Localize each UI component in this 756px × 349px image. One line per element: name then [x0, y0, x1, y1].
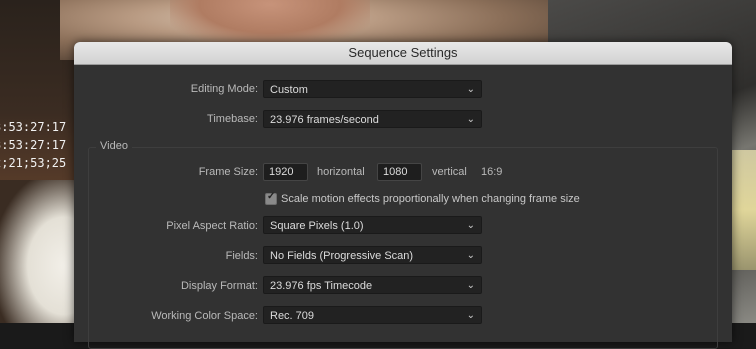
- chevron-down-icon: ⌄: [466, 310, 475, 321]
- editing-mode-select[interactable]: Custom ⌄: [263, 80, 482, 98]
- frame-aspect-ratio: 16:9: [481, 166, 503, 178]
- chevron-down-icon: ⌄: [466, 280, 475, 291]
- background-shoulder: [0, 180, 80, 323]
- dialog-title: Sequence Settings: [348, 45, 458, 60]
- editing-mode-value: Custom: [270, 84, 308, 96]
- chevron-down-icon: ⌄: [466, 250, 475, 261]
- timebase-value: 23.976 frames/second: [270, 114, 379, 126]
- frame-height-unit: vertical: [432, 166, 467, 178]
- chevron-down-icon: ⌄: [466, 84, 475, 95]
- timebase-label: Timebase:: [207, 113, 258, 125]
- working-color-space-value: Rec. 709: [270, 310, 315, 322]
- pixel-aspect-ratio-select[interactable]: Square Pixels (1.0) ⌄: [263, 216, 482, 234]
- chevron-down-icon: ⌄: [466, 220, 475, 231]
- timebase-select[interactable]: 23.976 frames/second ⌄: [263, 110, 482, 128]
- frame-size-label: Frame Size:: [198, 166, 258, 178]
- sequence-settings-dialog: Sequence Settings Editing Mode: Custom ⌄…: [74, 42, 732, 349]
- timecode-overlay: 3:53:27:17 3:53:27:17 2;21;53;25: [0, 118, 66, 172]
- background-right-sign: [730, 150, 756, 270]
- frame-height-input[interactable]: 1080: [377, 163, 422, 181]
- chevron-down-icon: ⌄: [466, 114, 475, 125]
- background-face-skin: [170, 0, 370, 45]
- timecode-line-2: 3:53:27:17: [0, 138, 67, 152]
- working-color-space-label: Working Color Space:: [151, 310, 258, 322]
- scale-motion-label[interactable]: Scale motion effects proportionally when…: [281, 193, 580, 205]
- editing-mode-label: Editing Mode:: [190, 83, 258, 95]
- display-format-label: Display Format:: [180, 280, 258, 292]
- dialog-titlebar[interactable]: Sequence Settings: [74, 42, 732, 65]
- timecode-line-1: 3:53:27:17: [0, 120, 67, 134]
- video-group-title: Video: [96, 140, 132, 152]
- working-color-space-select[interactable]: Rec. 709 ⌄: [263, 306, 482, 324]
- fields-value: No Fields (Progressive Scan): [270, 250, 414, 262]
- pixel-aspect-ratio-label: Pixel Aspect Ratio:: [166, 220, 258, 232]
- fields-select[interactable]: No Fields (Progressive Scan) ⌄: [263, 246, 482, 264]
- fields-label: Fields:: [225, 250, 258, 262]
- frame-width-unit: horizontal: [317, 166, 365, 178]
- display-format-select[interactable]: 23.976 fps Timecode ⌄: [263, 276, 482, 294]
- display-format-value: 23.976 fps Timecode: [270, 280, 373, 292]
- pixel-aspect-ratio-value: Square Pixels (1.0): [270, 220, 364, 232]
- timecode-line-3: 2;21;53;25: [0, 156, 67, 170]
- frame-width-input[interactable]: 1920: [263, 163, 308, 181]
- scale-motion-checkbox[interactable]: [265, 191, 277, 205]
